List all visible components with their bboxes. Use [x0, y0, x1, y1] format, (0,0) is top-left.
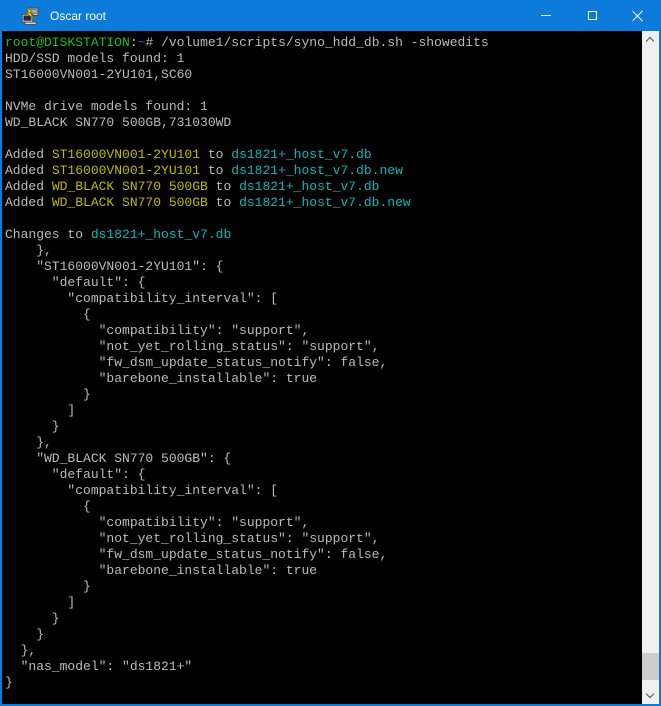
terminal-line: "barebone_installable": true: [5, 371, 642, 387]
title-bar[interactable]: Oscar root: [0, 0, 661, 31]
chevron-up-icon: [646, 37, 654, 45]
close-icon: [632, 10, 644, 22]
terminal-line: WD_BLACK SN770 500GB,731030WD: [5, 115, 642, 131]
terminal-line: "default": {: [5, 275, 642, 291]
terminal-line: },: [5, 643, 642, 659]
terminal-line: }: [5, 675, 642, 691]
terminal-line: "compatibility": "support",: [5, 323, 642, 339]
terminal-line: [5, 83, 642, 99]
terminal-line: "compatibility": "support",: [5, 515, 642, 531]
terminal-line: "fw_dsm_update_status_notify": false,: [5, 547, 642, 563]
terminal-line: "compatibility_interval": [: [5, 483, 642, 499]
terminal-line: "compatibility_interval": [: [5, 291, 642, 307]
terminal-line: "fw_dsm_update_status_notify": false,: [5, 355, 642, 371]
window-controls: [523, 0, 661, 31]
maximize-button[interactable]: [569, 0, 615, 31]
terminal-line: },: [5, 243, 642, 259]
terminal-line: "ST16000VN001-2YU101": {: [5, 259, 642, 275]
scroll-up-button[interactable]: [642, 31, 659, 48]
terminal-line: HDD/SSD models found: 1: [5, 51, 642, 67]
terminal-line: }: [5, 579, 642, 595]
terminal-line: }: [5, 419, 642, 435]
terminal-line: {: [5, 499, 642, 515]
putty-app-icon: [21, 7, 39, 25]
terminal-line: ST16000VN001-2YU101,SC60: [5, 67, 642, 83]
terminal-line: [5, 131, 642, 147]
terminal-line: }: [5, 627, 642, 643]
terminal-line: "default": {: [5, 467, 642, 483]
terminal-line: ]: [5, 403, 642, 419]
terminal-line: "nas_model": "ds1821+": [5, 659, 642, 675]
terminal-line: Added ST16000VN001-2YU101 to ds1821+_hos…: [5, 147, 642, 163]
minimize-icon: [541, 15, 551, 16]
terminal-line: "WD_BLACK SN770 500GB": {: [5, 451, 642, 467]
terminal-line: },: [5, 435, 642, 451]
window-title: Oscar root: [50, 9, 106, 23]
terminal-output[interactable]: root@DISKSTATION:~# /volume1/scripts/syn…: [2, 31, 642, 704]
terminal-line: {: [5, 307, 642, 323]
terminal-line: }: [5, 387, 642, 403]
chevron-down-icon: [646, 690, 654, 698]
scroll-down-button[interactable]: [642, 687, 659, 704]
terminal-line: "not_yet_rolling_status": "support",: [5, 339, 642, 355]
putty-window: Oscar root root@DISKSTATION:~# /volume1/…: [0, 0, 661, 706]
terminal-line: Added WD_BLACK SN770 500GB to ds1821+_ho…: [5, 195, 642, 211]
terminal-line: Changes to ds1821+_host_v7.db: [5, 227, 642, 243]
minimize-button[interactable]: [523, 0, 569, 31]
terminal-line: ]: [5, 595, 642, 611]
terminal-line: [5, 211, 642, 227]
scrollbar[interactable]: [642, 31, 659, 704]
terminal-line: "barebone_installable": true: [5, 563, 642, 579]
maximize-icon: [588, 11, 597, 20]
scrollbar-thumb[interactable]: [642, 653, 659, 680]
terminal-line: "not_yet_rolling_status": "support",: [5, 531, 642, 547]
close-button[interactable]: [615, 0, 661, 31]
terminal-line: Added ST16000VN001-2YU101 to ds1821+_hos…: [5, 163, 642, 179]
terminal-line: root@DISKSTATION:~# /volume1/scripts/syn…: [5, 35, 642, 51]
terminal-line: }: [5, 611, 642, 627]
terminal-line: NVMe drive models found: 1: [5, 99, 642, 115]
terminal-line: Added WD_BLACK SN770 500GB to ds1821+_ho…: [5, 179, 642, 195]
